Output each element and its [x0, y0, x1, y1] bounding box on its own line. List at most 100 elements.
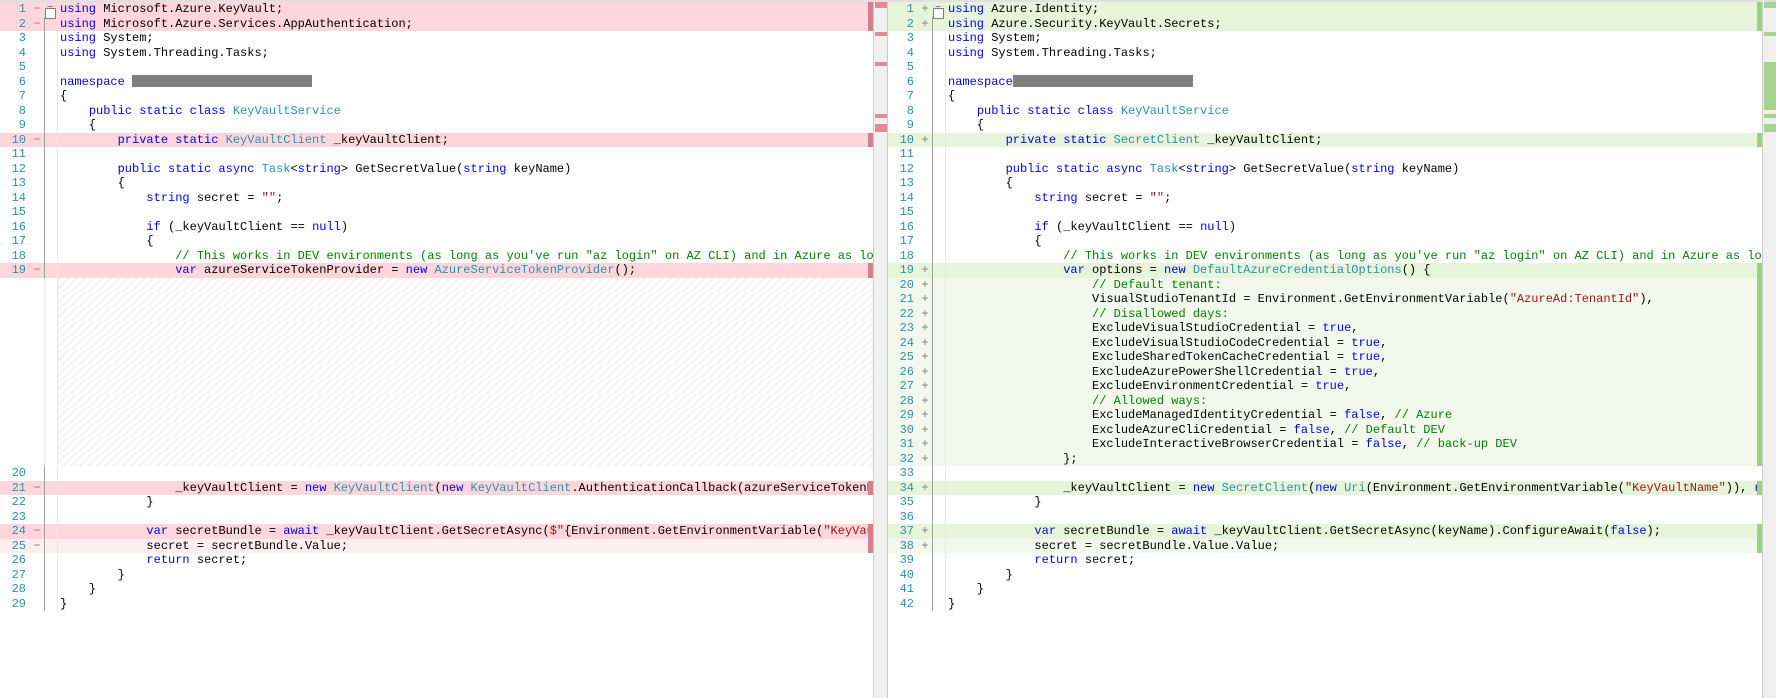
code-line[interactable]: 19− var azureServiceTokenProvider = new …	[0, 263, 887, 278]
code-line[interactable]: 5	[0, 60, 887, 75]
fold-gutter[interactable]	[44, 104, 58, 119]
fold-gutter[interactable]	[44, 89, 58, 104]
fold-gutter[interactable]	[932, 292, 946, 307]
code-line[interactable]: 20	[0, 466, 887, 481]
code-line[interactable]: 22 }	[0, 495, 887, 510]
code-line[interactable]: 26+ ExcludeAzurePowerShellCredential = t…	[888, 365, 1776, 380]
code-line[interactable]: 29+ ExcludeManagedIdentityCredential = f…	[888, 408, 1776, 423]
fold-gutter[interactable]	[44, 553, 58, 568]
code-line[interactable]: 25− secret = secretBundle.Value;	[0, 539, 887, 554]
fold-gutter[interactable]	[932, 278, 946, 293]
code-line[interactable]: 32+ };	[888, 452, 1776, 467]
code-line[interactable]: 1−using Microsoft.Azure.KeyVault;	[0, 2, 887, 17]
right-code-body[interactable]: 1+using Azure.Identity;2+using Azure.Sec…	[888, 2, 1776, 698]
code-line[interactable]: 9 {	[888, 118, 1776, 133]
fold-gutter[interactable]	[44, 249, 58, 264]
code-line[interactable]: 18 // This works in DEV environments (as…	[0, 249, 887, 264]
fold-gutter[interactable]	[44, 176, 58, 191]
fold-gutter[interactable]	[932, 582, 946, 597]
code-line[interactable]: 21− _keyVaultClient = new KeyVaultClient…	[0, 481, 887, 496]
code-line[interactable]: 14 string secret = "";	[888, 191, 1776, 206]
fold-gutter[interactable]	[44, 568, 58, 583]
fold-gutter[interactable]	[44, 510, 58, 525]
fold-gutter[interactable]	[44, 263, 58, 278]
fold-gutter[interactable]	[932, 452, 946, 467]
fold-gutter[interactable]	[932, 249, 946, 264]
fold-gutter[interactable]	[932, 466, 946, 481]
fold-gutter[interactable]	[932, 147, 946, 162]
code-line[interactable]: 29}	[0, 597, 887, 612]
fold-gutter[interactable]	[932, 220, 946, 235]
code-line[interactable]: 11	[0, 147, 887, 162]
code-line[interactable]: 4using System.Threading.Tasks;	[0, 46, 887, 61]
fold-gutter[interactable]	[932, 60, 946, 75]
fold-gutter[interactable]	[932, 205, 946, 220]
fold-gutter[interactable]	[932, 495, 946, 510]
code-line[interactable]: 34+ _keyVaultClient = new SecretClient(n…	[888, 481, 1776, 496]
fold-gutter[interactable]	[44, 60, 58, 75]
fold-gutter[interactable]	[932, 365, 946, 380]
code-line[interactable]: 2−using Microsoft.Azure.Services.AppAuth…	[0, 17, 887, 32]
left-overview-ruler[interactable]	[873, 2, 887, 698]
fold-gutter[interactable]	[44, 582, 58, 597]
fold-gutter[interactable]	[44, 220, 58, 235]
code-line[interactable]: 42}	[888, 597, 1776, 612]
fold-gutter[interactable]	[932, 597, 946, 612]
fold-gutter[interactable]	[932, 176, 946, 191]
fold-gutter[interactable]	[932, 307, 946, 322]
code-line[interactable]: 15	[0, 205, 887, 220]
fold-gutter[interactable]	[44, 466, 58, 481]
code-line[interactable]: 30+ ExcludeAzureCliCredential = false, /…	[888, 423, 1776, 438]
fold-gutter[interactable]	[44, 205, 58, 220]
fold-gutter[interactable]	[44, 191, 58, 206]
code-line[interactable]: 28 }	[0, 582, 887, 597]
fold-gutter[interactable]	[932, 423, 946, 438]
code-line[interactable]: 7{	[888, 89, 1776, 104]
code-line[interactable]: 10− private static KeyVaultClient _keyVa…	[0, 133, 887, 148]
fold-gutter[interactable]	[932, 17, 946, 32]
code-line[interactable]: 19+ var options = new DefaultAzureCreden…	[888, 263, 1776, 278]
code-line[interactable]: 26 return secret;	[0, 553, 887, 568]
right-overview-ruler[interactable]	[1762, 2, 1776, 698]
code-line[interactable]: 8 public static class KeyVaultService	[0, 104, 887, 119]
code-line[interactable]: 21+ VisualStudioTenantId = Environment.G…	[888, 292, 1776, 307]
fold-gutter[interactable]	[932, 539, 946, 554]
fold-gutter[interactable]	[932, 524, 946, 539]
code-line[interactable]: 5	[888, 60, 1776, 75]
code-line[interactable]: 27+ ExcludeEnvironmentCredential = true,	[888, 379, 1776, 394]
code-line[interactable]: 4using System.Threading.Tasks;	[888, 46, 1776, 61]
code-line[interactable]: 15	[888, 205, 1776, 220]
fold-gutter[interactable]	[932, 553, 946, 568]
code-line[interactable]: 13 {	[0, 176, 887, 191]
fold-gutter[interactable]	[932, 481, 946, 496]
fold-gutter[interactable]	[44, 147, 58, 162]
code-line[interactable]: 35 }	[888, 495, 1776, 510]
code-line[interactable]: 23+ ExcludeVisualStudioCredential = true…	[888, 321, 1776, 336]
code-line[interactable]: 36	[888, 510, 1776, 525]
code-line[interactable]: 3using System;	[0, 31, 887, 46]
fold-gutter[interactable]	[932, 568, 946, 583]
fold-gutter[interactable]	[44, 31, 58, 46]
code-line[interactable]: 17 {	[0, 234, 887, 249]
fold-gutter[interactable]	[44, 133, 58, 148]
fold-gutter[interactable]	[932, 234, 946, 249]
code-line[interactable]: 10+ private static SecretClient _keyVaul…	[888, 133, 1776, 148]
code-line[interactable]: 23	[0, 510, 887, 525]
fold-gutter[interactable]	[932, 133, 946, 148]
fold-gutter[interactable]	[44, 481, 58, 496]
fold-gutter[interactable]	[932, 2, 946, 17]
code-line[interactable]: 16 if (_keyVaultClient == null)	[0, 220, 887, 235]
fold-gutter[interactable]	[932, 336, 946, 351]
fold-gutter[interactable]	[932, 31, 946, 46]
code-line[interactable]: 31+ ExcludeInteractiveBrowserCredential …	[888, 437, 1776, 452]
code-line[interactable]: 22+ // Disallowed days:	[888, 307, 1776, 322]
fold-gutter[interactable]	[932, 510, 946, 525]
fold-gutter[interactable]	[932, 89, 946, 104]
fold-gutter[interactable]	[44, 75, 58, 90]
code-line[interactable]: 11	[888, 147, 1776, 162]
fold-gutter[interactable]	[932, 104, 946, 119]
fold-gutter[interactable]	[44, 162, 58, 177]
fold-gutter[interactable]	[932, 118, 946, 133]
fold-gutter[interactable]	[44, 234, 58, 249]
code-line[interactable]: 12 public static async Task<string> GetS…	[0, 162, 887, 177]
